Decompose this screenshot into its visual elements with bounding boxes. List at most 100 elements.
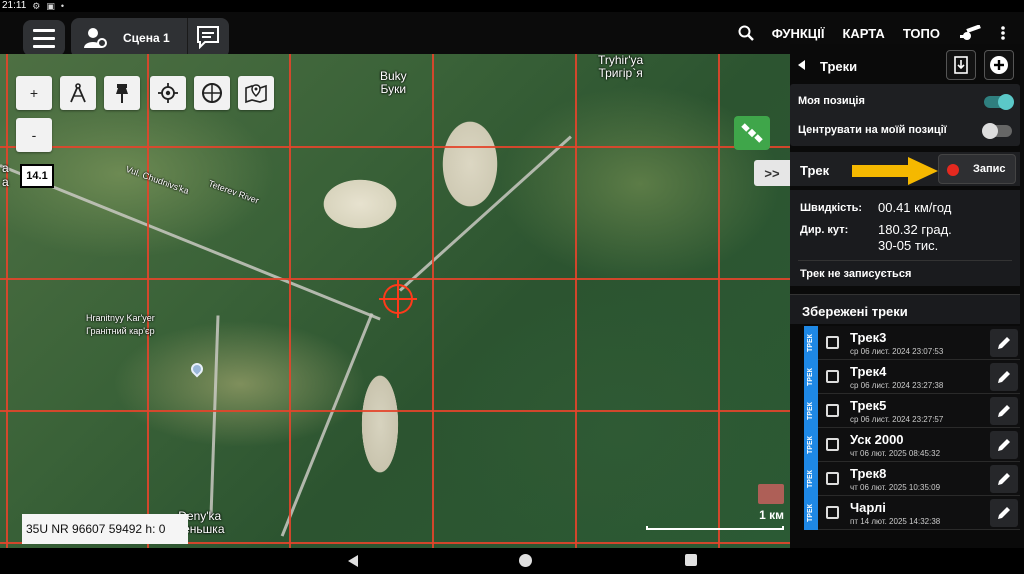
- place-label-cyrillic: Гранітний кар'єр: [86, 326, 155, 336]
- menu-functions[interactable]: ФУНКЦІЇ: [772, 26, 825, 41]
- list-item[interactable]: ТРЕК Трек5 ср 06 лист. 2024 23:27:57: [804, 394, 1020, 428]
- speed-value: 00.41 км/год: [878, 200, 952, 215]
- position-options: Моя позиція Центрувати на моїй позиції: [790, 84, 1020, 146]
- settings-status-icon: ⚙: [32, 1, 41, 11]
- nav-home-icon[interactable]: [519, 554, 532, 567]
- system-navigation-bar: [0, 548, 1024, 574]
- edit-track-button[interactable]: [990, 465, 1018, 493]
- image-status-icon: ▣: [46, 1, 55, 11]
- my-position-toggle[interactable]: [984, 94, 1014, 110]
- track-label: Трек: [800, 163, 830, 178]
- speed-label: Швидкість:: [800, 202, 863, 214]
- place-label-quarry: Hranitnyy Kar'yer Гранітний кар'єр: [86, 312, 155, 338]
- center-on-me-toggle[interactable]: [982, 123, 1012, 139]
- artillery-icon[interactable]: [958, 25, 982, 41]
- track-checkbox[interactable]: [826, 370, 839, 383]
- hamburger-menu-button[interactable]: [23, 20, 65, 56]
- edit-track-button[interactable]: [990, 363, 1018, 391]
- notification-dot-icon: •: [60, 1, 65, 11]
- more-options-icon[interactable]: [1000, 25, 1006, 41]
- back-arrow-icon[interactable]: [798, 60, 805, 70]
- scene-selector[interactable]: Сцена 1: [71, 18, 229, 58]
- search-icon[interactable]: [738, 25, 754, 41]
- map-layers-button[interactable]: [238, 76, 274, 110]
- road: [398, 135, 572, 292]
- highlight-arrow-icon: [852, 157, 938, 185]
- list-item[interactable]: ТРЕК Трек8 чт 06 лют. 2025 10:35:09: [804, 462, 1020, 496]
- menu-line: [33, 44, 55, 48]
- nav-back-icon[interactable]: [348, 555, 358, 567]
- track-checkbox[interactable]: [826, 438, 839, 451]
- scale-bar: [646, 526, 784, 530]
- recording-status: Трек не записується: [800, 268, 912, 280]
- add-track-button[interactable]: [984, 50, 1014, 80]
- map-overlay-button[interactable]: [758, 484, 784, 504]
- pencil-icon: [998, 473, 1010, 485]
- track-checkbox[interactable]: [826, 472, 839, 485]
- pencil-icon: [998, 507, 1010, 519]
- street-label: Vul. Chudnivs'ka: [124, 163, 191, 197]
- track-checkbox[interactable]: [826, 336, 839, 349]
- track-name: Чарлі: [850, 500, 886, 515]
- pencil-icon: [998, 337, 1010, 349]
- edit-track-button[interactable]: [990, 329, 1018, 357]
- poi-marker[interactable]: [188, 360, 206, 378]
- satellite-button[interactable]: [734, 116, 770, 150]
- nav-recent-apps-icon[interactable]: [685, 554, 697, 566]
- place-label-latin: Hranitnyy Kar'yer: [86, 313, 155, 323]
- toggle-knob: [982, 123, 998, 139]
- track-name: Трек3: [850, 330, 887, 345]
- grid-line: [718, 54, 720, 548]
- satellite-map[interactable]: Buky Буки Tryhir'ya Тригір`я Teterev Riv…: [0, 54, 790, 548]
- list-item[interactable]: ТРЕК Трек3 ср 06 лист. 2024 23:07:53: [804, 326, 1020, 360]
- compass-measure-button[interactable]: [60, 76, 96, 110]
- map-center-crosshair: [379, 280, 417, 318]
- collapse-panel-button[interactable]: >>: [754, 160, 790, 186]
- zoom-in-button[interactable]: +: [16, 76, 52, 110]
- place-label-cyrillic: Тригір`я: [598, 66, 643, 80]
- pencil-icon: [998, 405, 1010, 417]
- direction-mils: 30-05 тис.: [878, 238, 939, 253]
- track-checkbox[interactable]: [826, 506, 839, 519]
- my-location-button[interactable]: [150, 76, 186, 110]
- user-pin-icon: [84, 28, 107, 48]
- tracks-panel: Треки Моя позиція Центрувати на моїй поз…: [790, 44, 1024, 548]
- edit-track-button[interactable]: [990, 431, 1018, 459]
- scale-label: 1 км: [759, 508, 784, 522]
- edit-track-button[interactable]: [990, 397, 1018, 425]
- toggle-knob: [998, 94, 1014, 110]
- track-record-row: Трек Запис: [790, 152, 1020, 186]
- zoom-level-badge: 14.1: [20, 164, 54, 188]
- track-type-tag: ТРЕК: [804, 326, 818, 360]
- import-track-button[interactable]: [946, 50, 976, 80]
- pencil-icon: [998, 371, 1010, 383]
- pin-button[interactable]: [104, 76, 140, 110]
- crosshair-button[interactable]: [194, 76, 230, 110]
- divider-compass-icon: [70, 83, 86, 103]
- track-name: Трек4: [850, 364, 887, 379]
- track-type-tag: ТРЕК: [804, 496, 818, 530]
- list-item[interactable]: ТРЕК Трек4 ср 06 лист. 2024 23:27:38: [804, 360, 1020, 394]
- scene-label: Сцена 1: [123, 31, 170, 45]
- track-name: Уск 2000: [850, 432, 904, 447]
- list-item[interactable]: ТРЕК Уск 2000 чт 06 лют. 2025 08:45:32: [804, 428, 1020, 462]
- download-icon: [954, 56, 968, 74]
- direction-degrees: 180.32 град.: [878, 222, 952, 237]
- track-stats: Швидкість: 00.41 км/год Дир. кут: 180.32…: [790, 190, 1020, 286]
- map-pin-icon: [245, 84, 267, 104]
- direction-label: Дир. кут:: [800, 224, 849, 236]
- message-icon[interactable]: [195, 25, 221, 49]
- menu-map[interactable]: КАРТА: [842, 26, 884, 41]
- track-checkbox[interactable]: [826, 404, 839, 417]
- record-dot-icon: [947, 164, 959, 176]
- edit-track-button[interactable]: [990, 499, 1018, 527]
- grid-line: [575, 54, 577, 548]
- zoom-out-button[interactable]: -: [16, 118, 52, 152]
- grid-line: [0, 278, 790, 280]
- list-item[interactable]: ТРЕК Чарлі пт 14 лют. 2025 14:32:38: [804, 496, 1020, 530]
- track-date: пт 14 лют. 2025 14:32:38: [850, 517, 941, 526]
- track-date: чт 06 лют. 2025 10:35:09: [850, 483, 941, 492]
- record-button[interactable]: Запис: [938, 154, 1016, 184]
- track-date: ср 06 лист. 2024 23:27:57: [850, 415, 944, 424]
- menu-topo[interactable]: ТОПО: [903, 26, 940, 41]
